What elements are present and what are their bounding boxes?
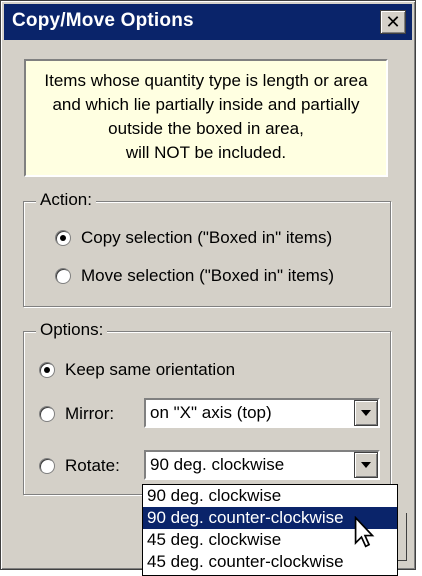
notice-line-1: Items whose quantity type is length or a…: [44, 71, 368, 90]
keep-orientation-option[interactable]: Keep same orientation: [39, 360, 235, 380]
notice-line-2: and which lie partially inside and parti…: [52, 95, 360, 114]
notice-line-3: outside the boxed in area,: [108, 119, 304, 138]
chevron-down-icon: [361, 410, 371, 416]
rotate-angle-select[interactable]: 90 deg. clockwise: [144, 450, 380, 480]
chevron-down-icon: [361, 462, 371, 468]
move-selection-radio[interactable]: [55, 268, 71, 284]
rotate-dropdown-button[interactable]: [354, 452, 378, 478]
keep-orientation-radio[interactable]: [39, 362, 55, 378]
keep-orientation-label: Keep same orientation: [65, 360, 236, 379]
info-notice: Items whose quantity type is length or a…: [24, 59, 388, 177]
mirror-axis-select[interactable]: on "X" axis (top): [144, 398, 380, 428]
mirror-dropdown-button[interactable]: [354, 400, 378, 426]
title-bar[interactable]: Copy/Move Options ✕: [4, 4, 412, 40]
rotate-label: Rotate:: [65, 456, 120, 475]
close-button[interactable]: ✕: [380, 10, 406, 34]
rotate-radio[interactable]: [39, 458, 55, 474]
mirror-radio[interactable]: [39, 406, 55, 422]
mouse-pointer-icon: [354, 516, 375, 548]
action-group-legend: Action:: [36, 190, 96, 210]
options-group-legend: Options:: [36, 320, 108, 340]
notice-line-4: will NOT be included.: [125, 143, 287, 162]
dialog-title: Copy/Move Options: [12, 10, 194, 31]
mirror-option[interactable]: Mirror:: [39, 404, 114, 424]
rotate-option-item[interactable]: 90 deg. clockwise: [143, 485, 397, 507]
partially-hidden-button[interactable]: [397, 513, 407, 561]
rotate-option-item[interactable]: 45 deg. counter-clockwise: [143, 551, 397, 573]
rotate-option[interactable]: Rotate:: [39, 456, 120, 476]
options-group: Options: Keep same orientation Mirror: o…: [23, 320, 391, 495]
move-selection-label: Move selection ("Boxed in" items): [81, 266, 334, 285]
move-selection-option[interactable]: Move selection ("Boxed in" items): [55, 266, 334, 286]
close-icon: ✕: [385, 11, 401, 33]
mirror-axis-value: on "X" axis (top): [150, 403, 272, 422]
copy-selection-radio[interactable]: [55, 230, 71, 246]
rotate-angle-value: 90 deg. clockwise: [150, 455, 285, 474]
copy-selection-label: Copy selection ("Boxed in" items): [81, 228, 333, 247]
copy-selection-option[interactable]: Copy selection ("Boxed in" items): [55, 228, 332, 248]
action-group: Action: Copy selection ("Boxed in" items…: [23, 190, 391, 307]
mirror-label: Mirror:: [65, 404, 115, 423]
